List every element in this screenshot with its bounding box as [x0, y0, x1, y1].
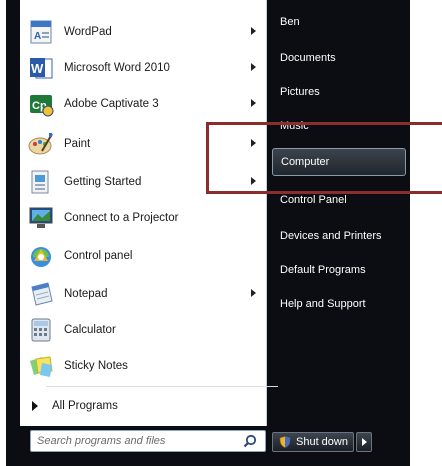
expand-arrow-icon	[32, 401, 38, 411]
highlight-annotation	[206, 122, 442, 194]
program-label: Calculator	[64, 324, 116, 336]
submenu-arrow-icon[interactable]	[251, 27, 256, 35]
notepad-icon	[28, 281, 54, 307]
program-label: Adobe Captivate 3	[64, 98, 159, 110]
program-label: Connect to a Projector	[64, 212, 179, 224]
program-label: Control panel	[64, 250, 133, 262]
all-programs-label: All Programs	[52, 400, 118, 412]
program-label: Sticky Notes	[64, 360, 128, 372]
search-icon[interactable]	[243, 434, 257, 448]
svg-text:W: W	[31, 61, 44, 76]
program-list: A WordPad W Microsoft Word 2010 Cp Adobe…	[20, 0, 278, 426]
right-item-devices-printers[interactable]: Devices and Printers	[272, 222, 406, 250]
search-input[interactable]	[37, 433, 233, 449]
projector-icon	[28, 205, 54, 231]
right-item-label: Control Panel	[280, 194, 347, 206]
calculator-icon	[28, 317, 54, 343]
right-panel: Ben Documents Pictures Music Computer Co…	[268, 0, 410, 466]
shutdown-options-arrow-icon[interactable]	[356, 432, 372, 452]
captivate-icon: Cp	[28, 91, 54, 117]
right-item-label: Devices and Printers	[280, 230, 382, 242]
submenu-arrow-icon[interactable]	[251, 63, 256, 71]
wordpad-icon: A	[28, 19, 54, 45]
right-item-label: Help and Support	[280, 298, 366, 310]
control-panel-icon	[28, 243, 54, 269]
shutdown-label: Shut down	[296, 436, 348, 448]
right-item-help-support[interactable]: Help and Support	[272, 290, 406, 318]
program-item-projector[interactable]: Connect to a Projector	[20, 202, 266, 234]
search-box[interactable]	[30, 430, 266, 452]
program-label: WordPad	[64, 26, 112, 38]
program-label: Paint	[64, 138, 91, 150]
shutdown-button[interactable]: Shut down	[272, 432, 354, 452]
sticky-notes-icon	[28, 353, 54, 379]
paint-icon	[28, 131, 54, 157]
program-label: Microsoft Word 2010	[64, 62, 170, 74]
all-programs-button[interactable]: All Programs	[20, 392, 266, 420]
svg-text:A: A	[34, 31, 41, 42]
right-item-label: Documents	[280, 52, 336, 64]
submenu-arrow-icon[interactable]	[251, 99, 256, 107]
shield-icon	[279, 436, 291, 448]
word-icon: W	[28, 55, 54, 81]
right-item-pictures[interactable]: Pictures	[272, 78, 406, 106]
right-item-label: Pictures	[280, 86, 320, 98]
program-item-captivate[interactable]: Cp Adobe Captivate 3	[20, 88, 266, 120]
program-item-control-panel[interactable]: Control panel	[20, 240, 266, 272]
program-item-wordpad[interactable]: A WordPad	[20, 16, 266, 48]
right-item-label: Ben	[280, 16, 300, 28]
program-item-calculator[interactable]: Calculator	[20, 314, 266, 346]
submenu-arrow-icon[interactable]	[251, 289, 256, 297]
program-item-sticky-notes[interactable]: Sticky Notes	[20, 350, 266, 382]
program-item-word[interactable]: W Microsoft Word 2010	[20, 52, 266, 84]
right-item-ben[interactable]: Ben	[272, 8, 406, 36]
program-label: Getting Started	[64, 176, 142, 188]
program-label: Notepad	[64, 288, 108, 300]
right-item-label: Default Programs	[280, 264, 366, 276]
right-item-documents[interactable]: Documents	[272, 44, 406, 72]
getting-started-icon	[28, 169, 54, 195]
program-item-notepad[interactable]: Notepad	[20, 278, 266, 310]
right-item-default-programs[interactable]: Default Programs	[272, 256, 406, 284]
divider	[46, 386, 278, 387]
